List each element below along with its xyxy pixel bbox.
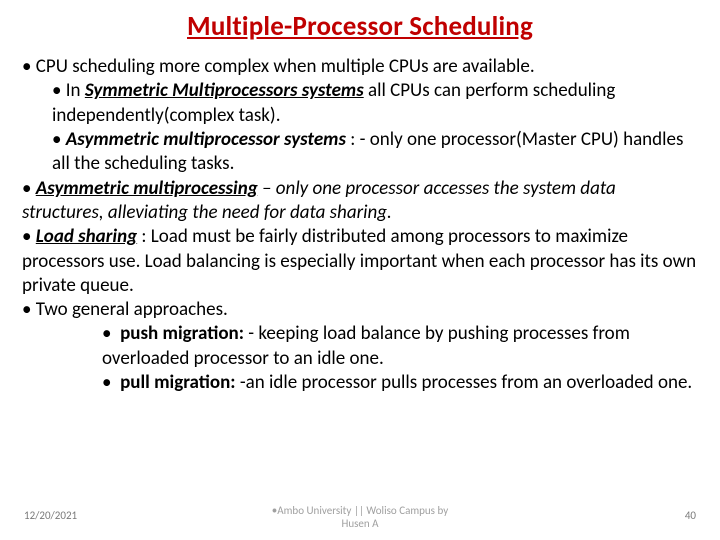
footer-page-number: 40 (685, 509, 696, 522)
line-symmetric: In Symmetric Multiprocessors systems all… (22, 79, 698, 128)
line-two-approaches: Two general approaches. (22, 298, 698, 322)
line-push-migration: • push migration: - keeping load balance… (22, 322, 698, 371)
text: CPU scheduling more complex when multipl… (36, 55, 535, 78)
text-term: pull migration: (120, 371, 240, 394)
text: Two general approaches. (36, 298, 228, 321)
text-term: push migration: (120, 322, 248, 345)
text-term: Symmetric Multiprocessors systems (85, 79, 364, 102)
footer-line1: Ambo University || Woliso Campus by (277, 504, 448, 517)
line-asymmetric-systems: Asymmetric multiprocessor systems : - on… (22, 128, 698, 177)
text-in: In (66, 79, 85, 102)
slide-body: CPU scheduling more complex when multipl… (0, 43, 720, 395)
footer-line2: Husen A (341, 517, 378, 530)
slide: Multiple-Processor Scheduling CPU schedu… (0, 0, 720, 540)
text-term: Load sharing (36, 225, 137, 248)
line-pull-migration: • pull migration: -an idle processor pul… (22, 371, 698, 395)
text-rest: -an idle processor pulls processes from … (240, 371, 692, 394)
slide-title: Multiple-Processor Scheduling (0, 0, 720, 43)
line-load-sharing: Load sharing : Load must be fairly distr… (22, 225, 698, 298)
text-term: Asymmetric multiprocessor systems (66, 128, 346, 151)
footer-center: •Ambo University || Woliso Campus by Hus… (0, 504, 720, 530)
line-cpu-scheduling: CPU scheduling more complex when multipl… (22, 55, 698, 79)
line-asymmetric-multiprocessing: Asymmetric multiprocessing – only one pr… (22, 177, 698, 226)
text-term: Asymmetric multiprocessing (36, 177, 258, 200)
